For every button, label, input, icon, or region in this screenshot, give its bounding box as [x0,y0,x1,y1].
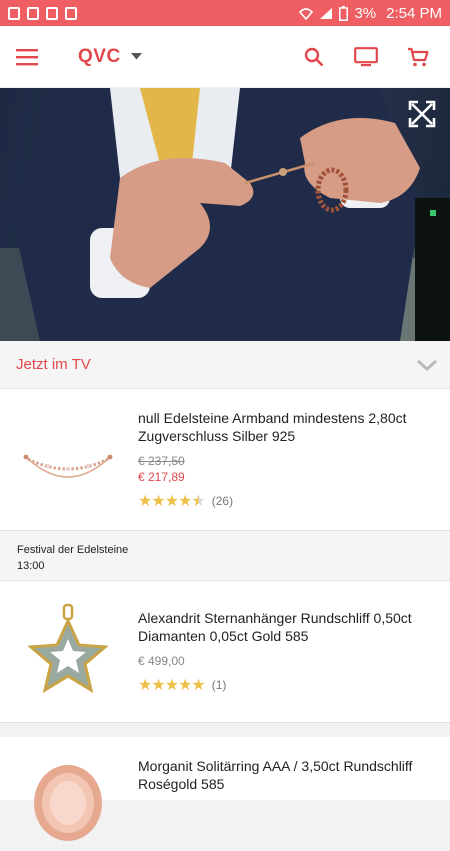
search-icon [304,47,324,66]
chevron-down-icon[interactable] [416,359,438,371]
app-bar: QVC [0,26,450,88]
search-button[interactable] [288,32,340,82]
product-image-star-pendant [27,603,109,694]
product-title[interactable]: Alexandrit Sternanhänger Rundschliff 0,5… [138,609,436,645]
now-on-tv-header[interactable]: Jetzt im TV [0,341,450,389]
wifi-icon [299,7,314,20]
cart-button[interactable] [392,32,444,82]
battery-saver-icon [8,6,20,20]
review-count: (1) [211,678,227,692]
brand-logo: QVC [78,45,121,67]
rating: ★★★★★ (1) [138,675,436,695]
star-rating-icon: ★★★★★ [138,677,206,694]
menu-icon [16,48,38,65]
show-name: Festival der Edelsteine [17,544,129,556]
brand-selector[interactable]: QVC [78,46,142,68]
signal-icon [320,7,333,19]
product-card[interactable]: Morganit Solitärring AAA / 3,50ct Rundsc… [0,737,450,841]
price: € 499,00 [138,654,185,668]
product-card[interactable]: Alexandrit Sternanhänger Rundschliff 0,5… [0,581,450,723]
note-icon [46,6,58,20]
tv-icon [354,46,378,66]
live-tv-button[interactable] [340,32,392,82]
dropdown-arrow-icon [130,53,142,60]
star-rating-icon: ★★★★★ [138,493,206,510]
product-image-ring [34,765,102,841]
fullscreen-icon[interactable] [408,100,436,128]
image-icon [27,6,39,20]
show-info: Festival der Edelsteine 13:00 [0,531,450,581]
live-video-player[interactable] [0,88,450,341]
video-frame [0,88,450,341]
sale-price: € 217,89 [138,470,185,484]
status-bar: 3% 2:54 PM [0,0,450,26]
battery-icon [339,5,349,21]
section-title: Jetzt im TV [16,356,91,373]
checklist-icon [65,6,77,20]
product-title[interactable]: Morganit Solitärring AAA / 3,50ct Rundsc… [138,757,436,793]
menu-button[interactable] [0,26,54,88]
clock: 2:54 PM [386,4,442,22]
product-card[interactable]: null Edelsteine Armband mindestens 2,80c… [0,389,450,531]
show-time: 13:00 [17,560,45,572]
rating: ★★★★★ (26) [138,491,436,511]
notification-icons [8,6,77,20]
cart-icon [408,47,429,66]
product-image-bracelet [23,454,113,478]
product-title[interactable]: null Edelsteine Armband mindestens 2,80c… [138,409,436,445]
old-price: € 237,50 [138,454,185,468]
review-count: (26) [211,494,234,508]
battery-level: 3% [354,4,377,22]
